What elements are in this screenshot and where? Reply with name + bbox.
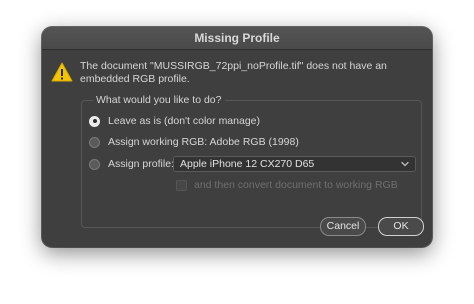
- dialog-message: The document "MUSSIRGB_72ppi_noProfile.t…: [80, 60, 387, 85]
- radio-assign-working-rgb[interactable]: Assign working RGB: Adobe RGB (1998): [89, 134, 299, 150]
- cancel-button[interactable]: Cancel: [320, 217, 366, 236]
- profile-select[interactable]: Apple iPhone 12 CX270 D65: [173, 156, 416, 172]
- convert-checkbox-label: and then convert document to working RGB: [194, 179, 398, 191]
- ok-button[interactable]: OK: [378, 217, 424, 236]
- chevron-down-icon: [401, 161, 409, 167]
- dialog-title: Missing Profile: [194, 31, 280, 45]
- radio-leave-as-is[interactable]: Leave as is (don't color manage): [89, 113, 260, 129]
- radio-label-assign-profile: Assign profile:: [108, 158, 174, 170]
- convert-checkbox-row[interactable]: and then convert document to working RGB: [176, 178, 398, 192]
- radio-button[interactable]: [89, 136, 100, 148]
- title-bar: Missing Profile: [42, 27, 432, 50]
- options-legend: What would you like to do?: [93, 93, 225, 107]
- radio-button-checked[interactable]: [89, 115, 100, 127]
- warning-icon: [51, 62, 73, 82]
- convert-checkbox[interactable]: [176, 179, 187, 191]
- radio-label-leave-as-is: Leave as is (don't color manage): [108, 115, 261, 127]
- radio-assign-profile[interactable]: Assign profile:: [89, 156, 174, 172]
- radio-button[interactable]: [89, 158, 100, 170]
- radio-label-assign-working-rgb: Assign working RGB: Adobe RGB (1998): [108, 136, 299, 148]
- profile-select-value: Apple iPhone 12 CX270 D65: [180, 158, 315, 170]
